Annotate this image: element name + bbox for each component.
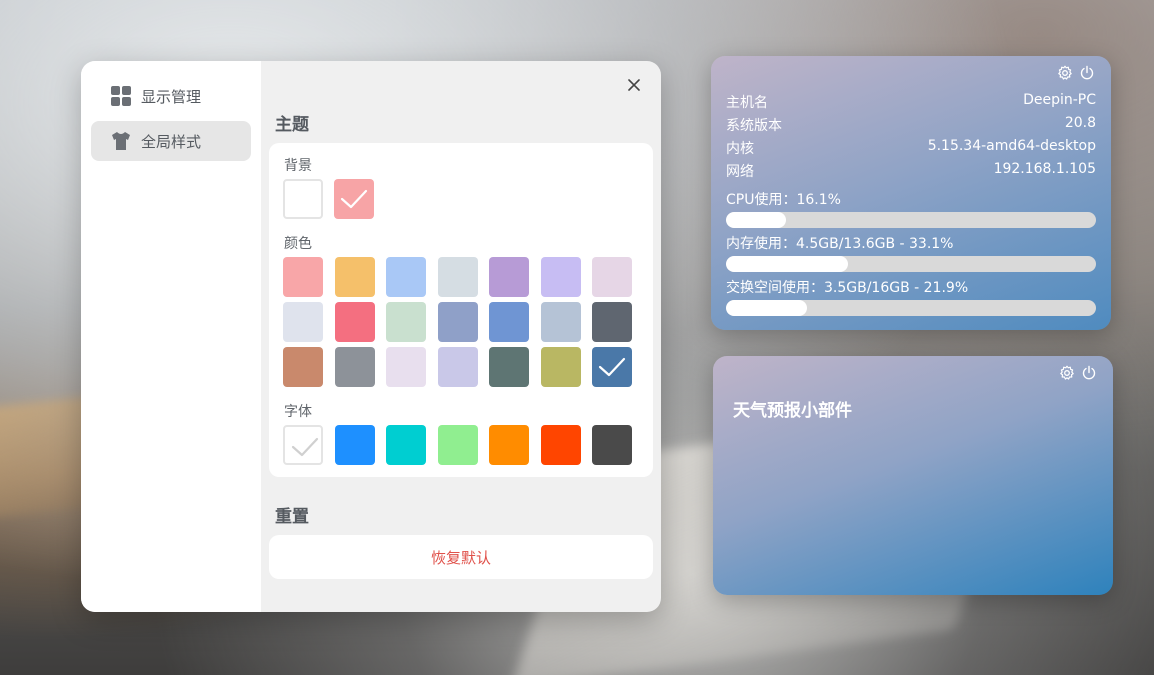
memory-usage-bar (726, 256, 1096, 272)
color-swatch[interactable] (386, 347, 426, 387)
color-swatch[interactable] (283, 347, 323, 387)
font-color-swatch[interactable] (592, 425, 632, 465)
power-icon[interactable] (1081, 365, 1097, 381)
weather-widget-title: 天气预报小部件 (733, 401, 852, 421)
font-color-swatch[interactable] (489, 425, 529, 465)
info-row-kernel: 内核 5.15.34-amd64-desktop (726, 138, 1096, 158)
restore-default-button[interactable]: 恢复默认 (431, 547, 491, 568)
color-swatch[interactable] (283, 302, 323, 342)
close-button[interactable] (624, 75, 644, 95)
sidebar-item-display[interactable]: 显示管理 (91, 76, 251, 116)
sidebar-item-global-style[interactable]: 全局样式 (91, 121, 251, 161)
sidebar: 显示管理 全局样式 (81, 61, 261, 612)
check-icon (598, 357, 626, 377)
color-swatch[interactable] (489, 257, 529, 297)
info-value: Deepin-PC (1023, 92, 1096, 108)
color-swatch[interactable] (386, 302, 426, 342)
color-swatch[interactable] (334, 347, 375, 387)
font-color-swatch[interactable] (334, 425, 375, 465)
font-label: 字体 (284, 404, 312, 420)
gear-icon[interactable] (1057, 65, 1073, 81)
check-icon (340, 189, 368, 209)
info-value: 192.168.1.105 (993, 161, 1096, 177)
tshirt-icon (111, 131, 131, 151)
memory-usage-label: 内存使用：4.5GB/13.6GB - 33.1% (726, 236, 954, 252)
background-swatch-pink[interactable] (334, 179, 374, 219)
sidebar-item-label: 显示管理 (141, 87, 202, 106)
swap-usage-label: 交换空间使用：3.5GB/16GB - 21.9% (726, 280, 969, 296)
background-label: 背景 (284, 158, 312, 174)
grid-icon (111, 86, 131, 106)
swap-usage-bar (726, 300, 1096, 316)
color-swatch[interactable] (592, 257, 632, 297)
color-swatch[interactable] (489, 302, 529, 342)
color-swatch[interactable] (437, 347, 478, 387)
gear-icon[interactable] (1059, 365, 1075, 381)
info-label: 主机名 (726, 95, 768, 111)
color-swatch[interactable] (592, 347, 632, 387)
cpu-usage-bar (726, 212, 1096, 228)
info-label: 网络 (726, 164, 754, 180)
color-swatch[interactable] (540, 302, 581, 342)
reset-card: 恢复默认 (269, 535, 653, 579)
cpu-usage-fill (726, 212, 786, 228)
power-icon[interactable] (1079, 65, 1095, 81)
theme-card: 背景 颜色 字体 (269, 143, 653, 477)
color-swatch[interactable] (437, 302, 478, 342)
check-icon (291, 437, 319, 457)
font-color-swatch[interactable] (540, 425, 581, 465)
theme-section-title: 主题 (275, 115, 309, 135)
color-label: 颜色 (284, 236, 312, 252)
info-label: 内核 (726, 141, 754, 157)
background-swatch-white[interactable] (283, 179, 323, 219)
info-value: 5.15.34-amd64-desktop (927, 138, 1096, 154)
settings-dialog: 显示管理 全局样式 主题 背景 颜色 字体 重置 恢复默认 (81, 61, 661, 612)
color-swatch[interactable] (540, 347, 581, 387)
info-value: 20.8 (1064, 115, 1096, 131)
color-swatch[interactable] (540, 257, 581, 297)
sidebar-item-label: 全局样式 (141, 132, 202, 151)
color-swatch[interactable] (334, 257, 375, 297)
system-info-widget: 主机名 Deepin-PC 系统版本 20.8 内核 5.15.34-amd64… (711, 56, 1111, 330)
font-color-swatch[interactable] (386, 425, 426, 465)
swap-usage-fill (726, 300, 808, 316)
close-icon (628, 79, 640, 91)
weather-widget: 天气预报小部件 (713, 356, 1113, 595)
font-color-swatch[interactable] (283, 425, 323, 465)
color-swatch[interactable] (592, 302, 632, 342)
info-row-hostname: 主机名 Deepin-PC (726, 92, 1096, 112)
color-swatch[interactable] (334, 302, 375, 342)
info-row-version: 系统版本 20.8 (726, 115, 1096, 135)
memory-usage-fill (726, 256, 849, 272)
info-label: 系统版本 (726, 118, 782, 134)
info-row-network: 网络 192.168.1.105 (726, 161, 1096, 181)
color-swatch[interactable] (489, 347, 529, 387)
reset-section-title: 重置 (275, 507, 309, 527)
color-swatch[interactable] (283, 257, 323, 297)
color-swatch[interactable] (386, 257, 426, 297)
cpu-usage-label: CPU使用：16.1% (726, 192, 841, 208)
color-swatch[interactable] (437, 257, 478, 297)
font-color-swatch[interactable] (437, 425, 478, 465)
